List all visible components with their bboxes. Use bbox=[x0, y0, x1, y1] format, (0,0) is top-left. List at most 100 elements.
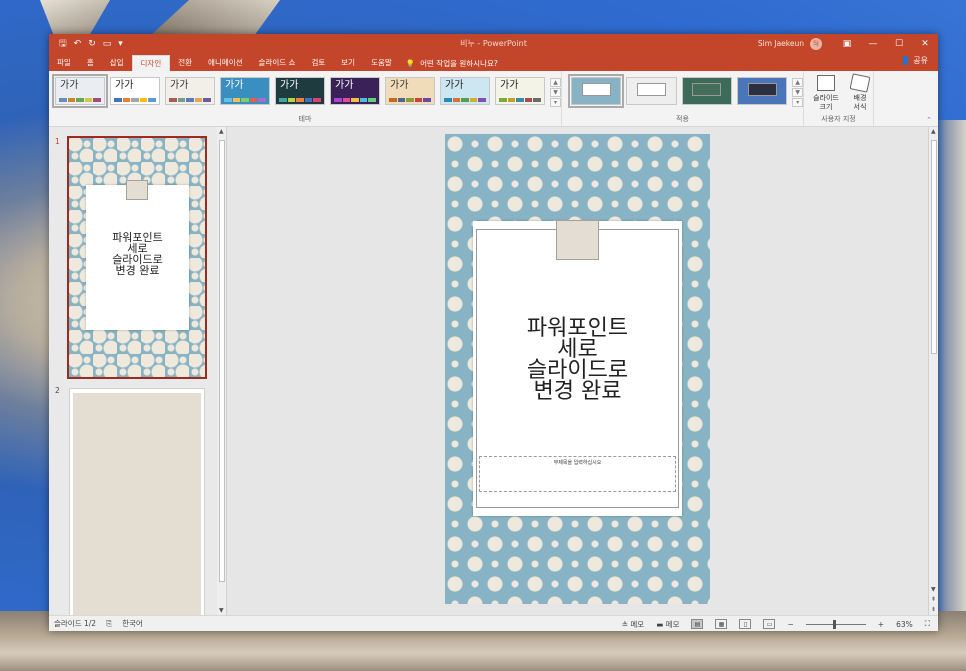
maximize-icon[interactable]: ☐ bbox=[886, 39, 912, 49]
thumbnail-clip bbox=[126, 180, 148, 200]
theme-thumbnail[interactable]: 가가 bbox=[110, 77, 160, 105]
gallery-more-icon[interactable]: ▾ bbox=[550, 98, 561, 107]
spelling-icon[interactable]: ⎘ bbox=[106, 619, 112, 629]
minimize-icon[interactable]: — bbox=[860, 39, 886, 49]
share-button[interactable]: 👤 공유 bbox=[901, 55, 928, 66]
customize-icon[interactable]: ▾ bbox=[118, 39, 123, 49]
theme-thumbnail[interactable]: 가가 bbox=[330, 77, 380, 105]
theme-thumbnail[interactable]: 가가 bbox=[220, 77, 270, 105]
theme-sample-text: 가가 bbox=[170, 80, 189, 91]
status-bar: 슬라이드 1/2 ⎘ 한국어 ≗ 메모 ▬ 메모 ▤ ▦ ▯ ▭ − + 63%… bbox=[49, 615, 938, 631]
color-swatch bbox=[368, 98, 376, 102]
slideshow-icon[interactable]: ▭ bbox=[763, 619, 776, 629]
tab-1[interactable]: 홈 bbox=[79, 55, 102, 71]
zoom-slider-thumb[interactable] bbox=[832, 619, 836, 629]
thumbnails-scrollbar[interactable]: ▲ ▼ bbox=[217, 127, 227, 615]
color-swatch bbox=[122, 98, 131, 102]
theme-thumbnail[interactable]: 가가 bbox=[275, 77, 325, 105]
zoom-out-icon[interactable]: − bbox=[787, 620, 793, 629]
theme-color-swatches bbox=[334, 98, 376, 102]
scroll-down-icon[interactable]: ▼ bbox=[931, 586, 936, 593]
next-slide-icon[interactable]: ⇟ bbox=[931, 606, 936, 613]
subtitle-placeholder[interactable]: 부제목을 입력하십시오 bbox=[479, 456, 676, 492]
gallery-more-icon[interactable]: ▾ bbox=[792, 98, 804, 107]
tab-8[interactable]: 보기 bbox=[333, 55, 363, 71]
gallery-up-icon[interactable]: ▲ bbox=[550, 78, 561, 87]
ribbon-display-icon[interactable]: ▣ bbox=[834, 39, 860, 49]
tab-5[interactable]: 애니메이션 bbox=[200, 55, 251, 71]
scroll-up-icon[interactable]: ▲ bbox=[931, 128, 936, 135]
color-swatch bbox=[478, 98, 486, 102]
theme-thumbnail[interactable]: 가가 bbox=[495, 77, 545, 105]
undo-icon[interactable]: ↶ bbox=[74, 39, 82, 49]
theme-sample-text: 가가 bbox=[445, 80, 464, 91]
tab-9[interactable]: 도움말 bbox=[363, 55, 400, 71]
color-swatch bbox=[516, 98, 524, 102]
gallery-down-icon[interactable]: ▼ bbox=[792, 88, 804, 97]
color-swatch bbox=[258, 98, 266, 102]
slide-title[interactable]: 파워포인트 세로 슬라이드로 변경 완료 bbox=[473, 318, 682, 403]
tab-7[interactable]: 검토 bbox=[303, 55, 333, 71]
main-slide[interactable]: 파워포인트 세로 슬라이드로 변경 완료 부제목을 입력하십시오 bbox=[445, 134, 710, 604]
customize-group: 슬라이드 크기 배경 서식 사용자 지정 bbox=[803, 71, 873, 126]
scroll-down-icon[interactable]: ▼ bbox=[219, 607, 224, 614]
powerpoint-window: 🖫 ↶ ↻ ▭ ▾ 비누 - PowerPoint Sim Jaekeun SJ… bbox=[49, 34, 938, 631]
save-icon[interactable]: 🖫 bbox=[59, 36, 67, 52]
zoom-level[interactable]: 63% bbox=[896, 620, 913, 629]
theme-color-swatches bbox=[444, 98, 486, 102]
color-swatch bbox=[241, 98, 249, 102]
color-swatch bbox=[224, 98, 232, 102]
present-icon[interactable]: ▭ bbox=[103, 39, 112, 49]
tab-0[interactable]: 파일 bbox=[49, 55, 79, 71]
color-swatch bbox=[452, 98, 461, 102]
close-icon[interactable]: ✕ bbox=[912, 39, 938, 49]
language-indicator[interactable]: 한국어 bbox=[122, 618, 143, 629]
gallery-up-icon[interactable]: ▲ bbox=[792, 78, 804, 87]
slide-size-label: 슬라이드 크기 bbox=[813, 94, 839, 111]
comments-button[interactable]: ▬ 메모 bbox=[656, 619, 679, 630]
collapse-ribbon-icon[interactable]: ⌃ bbox=[926, 116, 932, 124]
previous-slide-icon[interactable]: ⇞ bbox=[931, 596, 936, 603]
normal-view-icon[interactable]: ▤ bbox=[691, 619, 704, 629]
theme-thumbnail[interactable]: 가가 bbox=[385, 77, 435, 105]
variant-thumbnail[interactable] bbox=[567, 74, 625, 108]
scroll-up-icon[interactable]: ▲ bbox=[219, 128, 224, 135]
color-swatch bbox=[131, 98, 139, 102]
color-swatch bbox=[186, 98, 194, 102]
slide-sorter-icon[interactable]: ▦ bbox=[715, 619, 728, 629]
color-swatch bbox=[203, 98, 211, 102]
slide-thumbnail-1[interactable]: 파워포인트 세로 슬라이드로 변경 완료 bbox=[67, 136, 207, 379]
user-name[interactable]: Sim Jaekeun bbox=[758, 39, 804, 48]
redo-icon[interactable]: ↻ bbox=[88, 39, 96, 49]
variant-thumbnail[interactable] bbox=[681, 77, 733, 105]
reading-view-icon[interactable]: ▯ bbox=[739, 619, 752, 629]
tab-3[interactable]: 디자인 bbox=[131, 55, 171, 71]
color-swatch bbox=[177, 98, 186, 102]
fit-to-window-icon[interactable]: ⛶ bbox=[925, 619, 930, 629]
theme-thumbnail[interactable]: 가가 bbox=[165, 77, 215, 105]
comments-label: 메모 bbox=[665, 619, 680, 629]
variant-preview bbox=[692, 82, 722, 97]
variant-thumbnail[interactable] bbox=[737, 77, 788, 105]
variant-thumbnail[interactable] bbox=[626, 77, 677, 105]
slide-number: 1 bbox=[55, 137, 60, 146]
notes-button[interactable]: ≗ 메모 bbox=[622, 619, 644, 630]
notes-label: 메모 bbox=[630, 619, 645, 629]
tab-2[interactable]: 삽입 bbox=[102, 55, 132, 71]
scrollbar-thumb[interactable] bbox=[931, 140, 937, 354]
slide-thumbnail-2[interactable] bbox=[69, 388, 205, 618]
color-swatch bbox=[194, 98, 203, 102]
theme-thumbnail[interactable]: 가가 bbox=[52, 74, 108, 108]
theme-thumbnail[interactable]: 가가 bbox=[440, 77, 490, 105]
theme-sample-text: 가가 bbox=[280, 80, 299, 91]
tab-4[interactable]: 전환 bbox=[170, 55, 200, 71]
editor-scrollbar[interactable]: ▲ ▼ ⇞ ⇟ bbox=[928, 127, 938, 615]
scrollbar-thumb[interactable] bbox=[219, 140, 225, 582]
zoom-in-icon[interactable]: + bbox=[878, 620, 884, 629]
color-swatch bbox=[351, 98, 359, 102]
avatar[interactable]: SJ bbox=[810, 37, 822, 50]
tell-me-search[interactable]: 💡 어떤 작업을 원하시나요? bbox=[400, 55, 498, 71]
tab-6[interactable]: 슬라이드 쇼 bbox=[251, 55, 304, 71]
zoom-slider[interactable] bbox=[805, 619, 866, 629]
gallery-down-icon[interactable]: ▼ bbox=[550, 88, 561, 97]
